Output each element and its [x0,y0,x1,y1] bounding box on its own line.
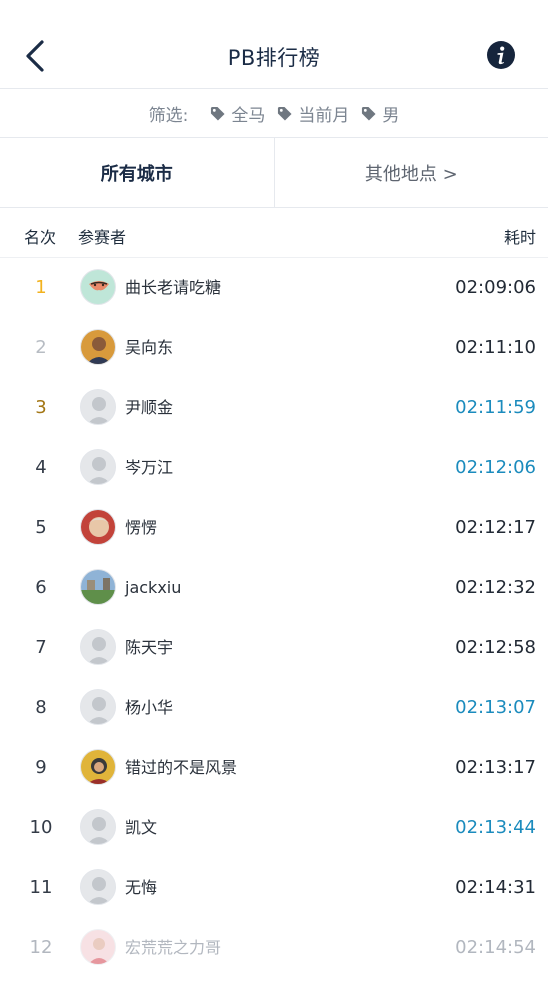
rank-number: 11 [29,877,53,898]
table-row[interactable]: 5 愣愣 02:12:17 [0,498,548,558]
rank-number: 6 [35,577,47,598]
rank-number: 12 [29,937,53,958]
filter-chip-gender[interactable]: 男 [361,101,399,126]
rank-number: 1 [35,277,47,298]
runner-name: 吴向东 [125,338,174,357]
column-header: 名次 参赛者 耗时 [0,208,548,258]
column-runner: 参赛者 [78,228,127,247]
tag-icon [278,106,292,121]
info-icon [487,41,515,69]
table-row[interactable]: 7 陈天宇 02:12:58 [0,618,548,678]
table-row[interactable]: 1 曲长老请吃糖 02:09:06 [0,258,548,318]
table-row[interactable]: 3 尹顺金 02:11:59 [0,378,548,438]
default-avatar[interactable] [80,689,116,725]
ranking-list: 1 曲长老请吃糖 02:09:06 2 吴向东 02:11:10 3 尹顺金 0… [0,258,548,978]
rank-number: 3 [35,397,47,418]
butterfly-avatar[interactable] [80,269,116,305]
finish-time: 02:13:17 [455,757,536,778]
photo-avatar[interactable] [80,329,116,365]
table-row[interactable]: 9 错过的不是风景 02:13:17 [0,738,548,798]
runner-name: 错过的不是风景 [125,758,238,777]
rank-number: 5 [35,517,47,538]
page-title: PB排行榜 [227,46,321,70]
filter-chip-label: 全马 [231,105,266,126]
tag-icon [362,106,376,121]
table-row[interactable]: 6 jackxiu 02:12:32 [0,558,548,618]
finish-time: 02:14:54 [455,937,536,958]
filter-chip-label: 男 [382,105,400,126]
rank-number: 9 [35,757,47,778]
runner-name: 杨小华 [125,698,174,717]
filter-bar: 筛选: 全马 当前月 男 [0,88,548,138]
runner-name: jackxiu [125,578,182,597]
filter-chip-distance[interactable]: 全马 [210,101,265,126]
rank-number: 7 [35,637,47,658]
tab-all-cities[interactable]: 所有城市 [0,138,275,207]
table-row[interactable]: 11 无悔 02:14:31 [0,858,548,918]
rank-number: 10 [29,817,53,838]
landscape-avatar[interactable] [80,569,116,605]
default-avatar[interactable] [80,629,116,665]
app-header: PB排行榜 [0,0,548,88]
finish-time: 02:12:17 [455,517,536,538]
table-row[interactable]: 8 杨小华 02:13:07 [0,678,548,738]
column-time: 耗时 [503,228,536,247]
column-rank: 名次 [24,228,57,247]
runner-name: 凯文 [125,818,158,837]
finish-time: 02:13:07 [455,697,536,718]
filter-label: 筛选: [148,105,189,126]
finish-time: 02:11:59 [455,397,536,418]
tag-icon [211,106,225,121]
default-avatar[interactable] [80,449,116,485]
default-avatar[interactable] [80,809,116,845]
runner-name: 曲长老请吃糖 [125,278,222,297]
finish-time: 02:11:10 [455,337,536,358]
photo-avatar[interactable] [80,749,116,785]
default-avatar[interactable] [80,869,116,905]
runner-name: 陈天宇 [125,638,174,657]
table-row[interactable]: 4 岑万江 02:12:06 [0,438,548,498]
rank-number: 4 [35,457,47,478]
runner-name: 无悔 [125,878,158,897]
default-avatar[interactable] [80,389,116,425]
runner-name: 宏荒荒之力哥 [125,938,222,957]
filter-chip-period[interactable]: 当前月 [277,101,349,126]
tab-other-locations[interactable]: 其他地点 > [275,138,548,207]
table-row[interactable]: 2 吴向东 02:11:10 [0,318,548,378]
rank-number: 8 [35,697,47,718]
finish-time: 02:12:58 [455,637,536,658]
rank-number: 2 [35,337,47,358]
finish-time: 02:09:06 [455,277,536,298]
photo-avatar[interactable] [80,929,116,965]
runner-name: 尹顺金 [125,398,174,417]
finish-time: 02:12:06 [455,457,536,478]
filter-chip-label: 当前月 [298,105,350,126]
finish-time: 02:13:44 [455,817,536,838]
runner-name: 愣愣 [125,518,158,537]
photo-avatar[interactable] [80,509,116,545]
info-button[interactable] [486,40,516,70]
finish-time: 02:12:32 [455,577,536,598]
table-row[interactable]: 12 宏荒荒之力哥 02:14:54 [0,918,548,978]
finish-time: 02:14:31 [455,877,536,898]
runner-name: 岑万江 [125,458,174,477]
city-tabs: 所有城市 其他地点 > [0,138,548,208]
table-row[interactable]: 10 凯文 02:13:44 [0,798,548,858]
